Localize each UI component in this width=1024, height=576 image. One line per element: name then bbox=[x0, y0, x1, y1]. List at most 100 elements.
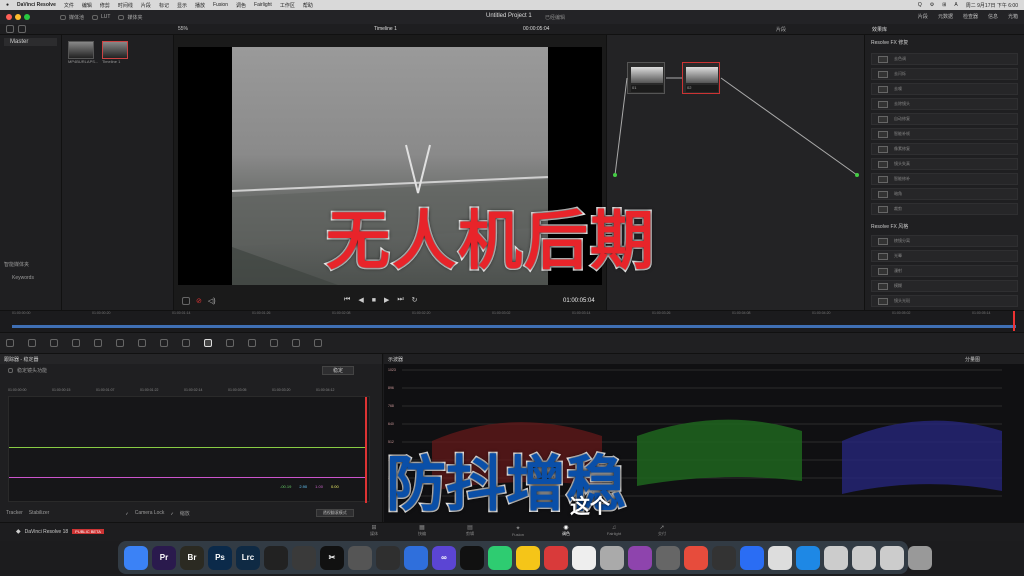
tracker-mode-label[interactable]: Tracker bbox=[6, 510, 23, 516]
page-tab[interactable]: ♫ Fairlight bbox=[590, 525, 638, 536]
fx-item[interactable]: 暗角 bbox=[871, 188, 1018, 200]
dock-app-icon[interactable] bbox=[852, 545, 876, 570]
minimize-window-button[interactable] bbox=[15, 14, 21, 20]
stop-icon[interactable]: ■ bbox=[372, 297, 376, 304]
clip-thumb-1[interactable]: MP4BURLAPS... bbox=[68, 41, 98, 64]
apple-icon[interactable]: ● bbox=[6, 2, 9, 8]
dock-app-icon[interactable] bbox=[712, 545, 736, 570]
loop-icon[interactable]: ↻ bbox=[412, 296, 418, 304]
dock-app-icon[interactable] bbox=[684, 545, 708, 570]
menu-item[interactable]: 时间线 bbox=[118, 2, 133, 9]
stabilizer-value[interactable]: 2.90 bbox=[299, 484, 307, 489]
page-tab[interactable]: ➚ 交付 bbox=[638, 524, 686, 537]
inspector-tab[interactable]: 元数据 bbox=[938, 13, 953, 20]
layout-icon[interactable] bbox=[6, 25, 14, 33]
zoom-check[interactable]: ✓ bbox=[170, 511, 173, 516]
fx-item[interactable]: 漫射 bbox=[871, 265, 1018, 277]
dock-app-icon[interactable] bbox=[656, 545, 680, 570]
fx-item[interactable]: 棱镜分离 bbox=[871, 235, 1018, 247]
inspector-tab[interactable]: 检查器 bbox=[963, 13, 978, 20]
dock-app-icon[interactable] bbox=[292, 545, 316, 570]
stabilize-button[interactable]: 稳定 bbox=[321, 365, 354, 375]
panel-tab[interactable]: LUT bbox=[92, 14, 110, 20]
menu-item[interactable]: Fairlight bbox=[254, 2, 272, 8]
tracker-icon[interactable] bbox=[204, 339, 212, 347]
inspector-tab[interactable]: 光箱 bbox=[1008, 13, 1018, 20]
fx-item[interactable]: 去噪 bbox=[871, 83, 1018, 95]
dock-app-icon[interactable] bbox=[740, 545, 764, 570]
menu-item[interactable]: 片段 bbox=[141, 2, 151, 9]
curves-icon[interactable] bbox=[116, 339, 124, 347]
blur-icon[interactable] bbox=[248, 339, 256, 347]
panel-tab[interactable]: 媒体池 bbox=[60, 14, 84, 21]
menu-item[interactable]: 显示 bbox=[177, 2, 187, 9]
fx-item[interactable]: 去除镜头 bbox=[871, 98, 1018, 110]
rgb-mixer-icon[interactable] bbox=[72, 339, 80, 347]
dock-app-icon[interactable] bbox=[908, 545, 932, 570]
status-item[interactable]: A bbox=[954, 2, 957, 9]
zoom-window-button[interactable] bbox=[24, 14, 30, 20]
camera-raw-icon[interactable] bbox=[6, 339, 14, 347]
reverse-icon[interactable]: ◀ bbox=[358, 296, 363, 304]
menu-item[interactable]: 编辑 bbox=[82, 2, 92, 9]
fx-item[interactable]: 自动修复 bbox=[871, 113, 1018, 125]
fx-item[interactable]: 光晕 bbox=[871, 250, 1018, 262]
stabilizer-value[interactable]: -00.19 bbox=[280, 484, 291, 489]
keywords-bin[interactable]: Keywords bbox=[12, 275, 34, 281]
dock-app-icon[interactable]: Lrc bbox=[236, 545, 260, 570]
dock-app-icon[interactable]: Pr bbox=[152, 545, 176, 570]
menu-item[interactable]: 修剪 bbox=[100, 2, 110, 9]
fx-item[interactable]: 像素修复 bbox=[871, 143, 1018, 155]
3d-icon[interactable] bbox=[314, 339, 322, 347]
dock-app-icon[interactable] bbox=[572, 545, 596, 570]
stabilizer-value[interactable]: 1.00 bbox=[315, 484, 323, 489]
unlink-icon[interactable]: ⊘ bbox=[196, 297, 202, 305]
color-warper-icon[interactable] bbox=[138, 339, 146, 347]
sizing-icon[interactable] bbox=[292, 339, 300, 347]
menu-app-name[interactable]: DaVinci Resolve bbox=[17, 2, 56, 8]
dock-app-icon[interactable] bbox=[404, 545, 428, 570]
fx-item[interactable]: 智能修补 bbox=[871, 173, 1018, 185]
dock-app-icon[interactable]: Ps bbox=[208, 545, 232, 570]
menu-item[interactable]: 工作区 bbox=[280, 2, 295, 9]
node-mode-dropdown[interactable]: 片段 bbox=[776, 26, 786, 33]
fx-item[interactable]: 裁剪 bbox=[871, 203, 1018, 215]
master-bin[interactable]: Master bbox=[4, 38, 57, 46]
fx-item[interactable]: 去闪烁 bbox=[871, 68, 1018, 80]
list-view-icon[interactable] bbox=[18, 25, 26, 33]
zoom-dropdown[interactable]: 55% bbox=[178, 26, 188, 32]
dock-app-icon[interactable] bbox=[600, 545, 624, 570]
menu-item[interactable]: 播放 bbox=[195, 2, 205, 9]
inspector-tab[interactable]: 片段 bbox=[918, 13, 928, 20]
page-tab[interactable]: ◉ 调色 bbox=[542, 524, 590, 537]
dock-app-icon[interactable] bbox=[124, 545, 148, 570]
page-tab[interactable]: ▦ 快编 bbox=[398, 524, 446, 537]
color-wheels-icon[interactable] bbox=[50, 339, 58, 347]
dock-app-icon[interactable]: ✂ bbox=[320, 545, 344, 570]
menu-item[interactable]: Fusion bbox=[213, 2, 228, 8]
inspector-tab[interactable]: 信息 bbox=[988, 13, 998, 20]
status-item[interactable]: ⊞ bbox=[942, 2, 946, 9]
qualifier-icon[interactable] bbox=[160, 339, 168, 347]
magic-mask-icon[interactable] bbox=[226, 339, 234, 347]
playhead[interactable] bbox=[1013, 311, 1015, 331]
status-item[interactable]: 周二 9月17日 下午 6:00 bbox=[966, 2, 1018, 9]
dock-app-icon[interactable] bbox=[460, 545, 484, 570]
page-tab[interactable]: ✦ Fusion bbox=[494, 525, 542, 537]
dock-app-icon[interactable] bbox=[376, 545, 400, 570]
fx-item[interactable]: 智能补帧 bbox=[871, 128, 1018, 140]
dock-app-icon[interactable]: ∞ bbox=[432, 545, 456, 570]
scope-mode-dropdown[interactable]: 分量图 bbox=[965, 356, 980, 363]
menu-item[interactable]: 调色 bbox=[236, 2, 246, 9]
dock-app-icon[interactable] bbox=[628, 545, 652, 570]
fx-item[interactable]: 去色调 bbox=[871, 53, 1018, 65]
wipe-icon[interactable] bbox=[182, 297, 190, 305]
clip-thumb-2[interactable]: Timeline 1 bbox=[102, 41, 128, 64]
audio-icon[interactable]: ◁) bbox=[208, 297, 216, 305]
mini-timeline[interactable]: 01:00:00:00 01:00:00:20 01:00:01:14 01:00:0… bbox=[0, 310, 1024, 332]
camera-lock-check[interactable]: ✓ bbox=[125, 511, 128, 516]
skip-start-icon[interactable]: ⏮ bbox=[344, 296, 350, 304]
menu-item[interactable]: 文件 bbox=[64, 2, 74, 9]
menu-item[interactable]: 帮助 bbox=[303, 2, 313, 9]
dock-app-icon[interactable] bbox=[264, 545, 288, 570]
